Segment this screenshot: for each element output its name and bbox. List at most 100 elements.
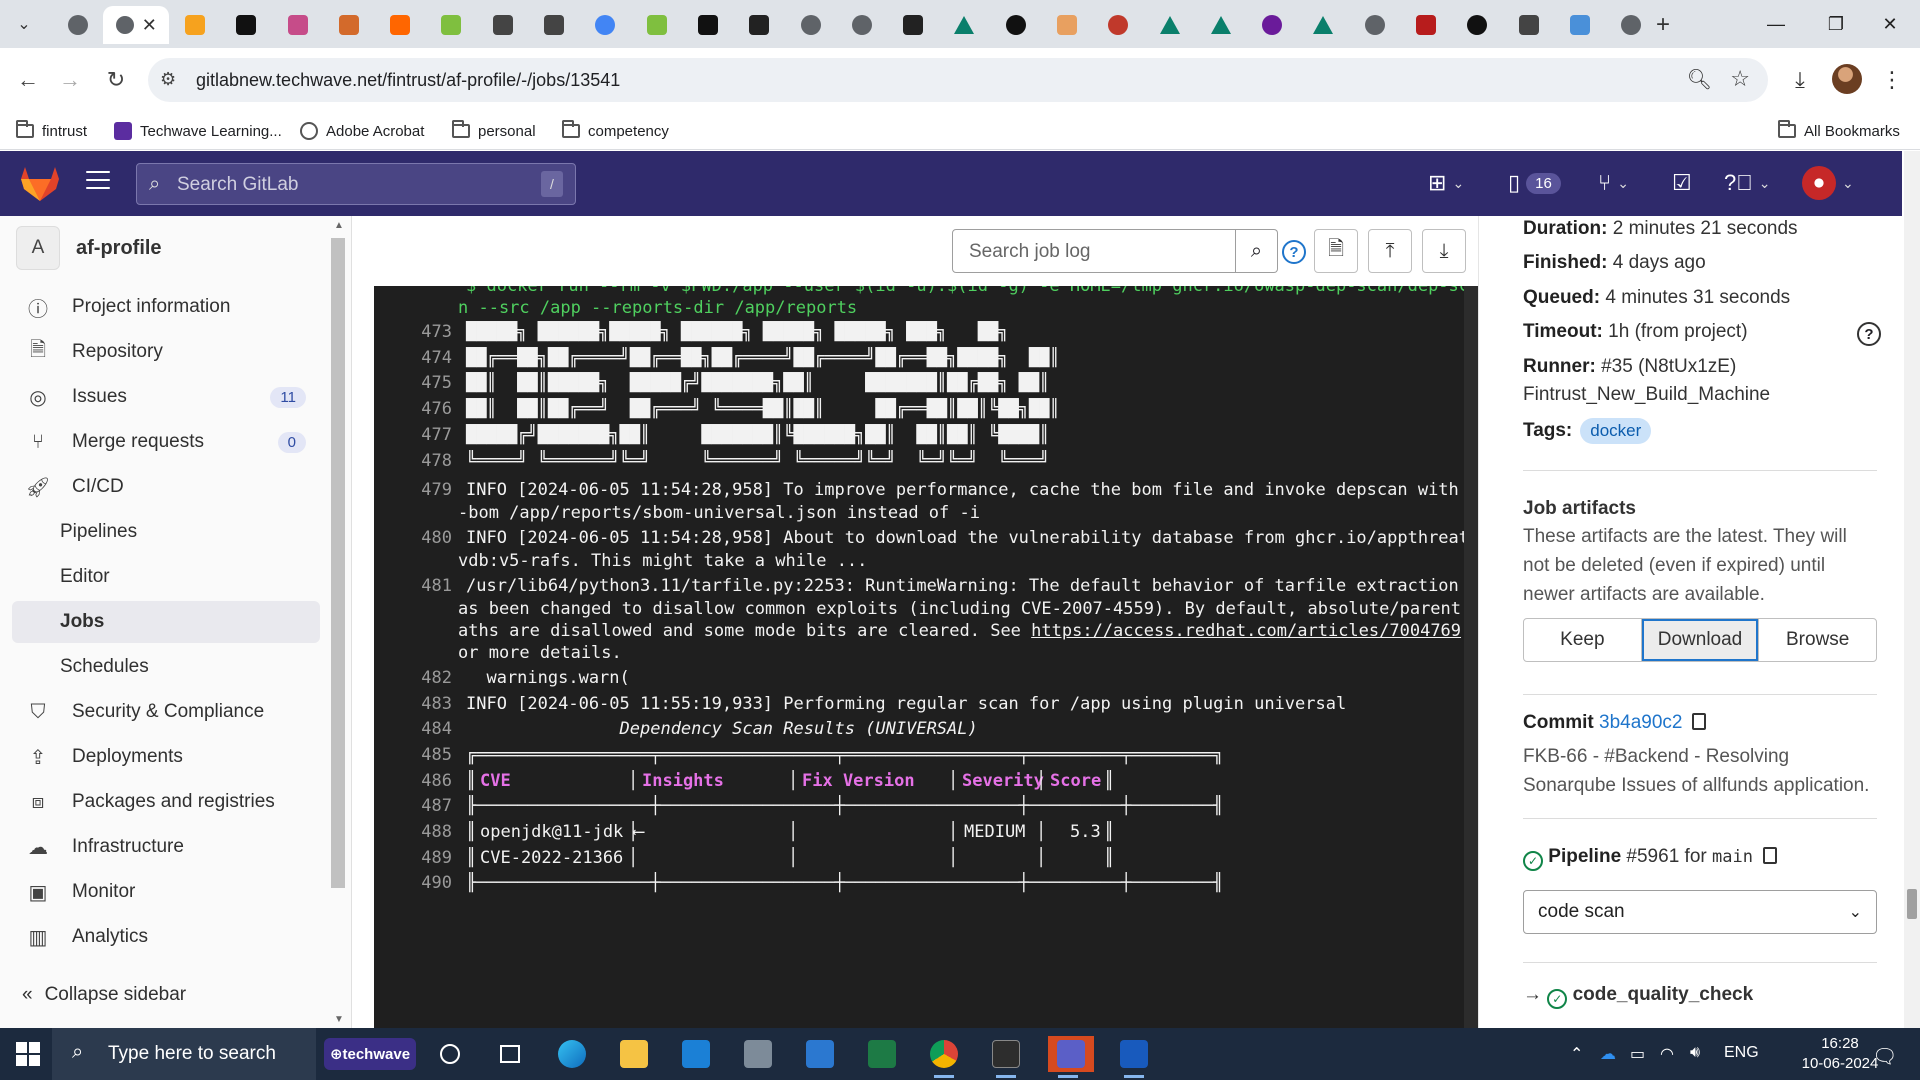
sidebar-item-pipelines[interactable]: Pipelines xyxy=(12,511,320,553)
edge-icon[interactable] xyxy=(552,1036,592,1072)
sidebar-item-deployments[interactable]: ⇪ Deployments xyxy=(12,736,320,778)
onedrive-icon[interactable]: ☁ xyxy=(1600,1044,1616,1064)
create-new-dropdown[interactable]: ⊞ ⌄ xyxy=(1428,167,1464,199)
browser-tab[interactable] xyxy=(1503,6,1554,44)
browser-tab[interactable] xyxy=(631,6,682,44)
collapse-sidebar-button[interactable]: « Collapse sidebar xyxy=(22,984,186,1006)
browser-tab[interactable] xyxy=(1400,6,1451,44)
forward-arrow-icon[interactable]: → xyxy=(52,62,88,98)
browser-tab[interactable] xyxy=(1195,6,1246,44)
bookmark-adobe-acrobat[interactable]: Adobe Acrobat xyxy=(300,118,424,144)
browser-tab[interactable] xyxy=(1452,6,1503,44)
browser-tab[interactable] xyxy=(887,6,938,44)
word-icon[interactable] xyxy=(1114,1036,1154,1078)
browser-tab[interactable] xyxy=(682,6,733,44)
browser-tab[interactable] xyxy=(1247,6,1298,44)
browser-tab[interactable] xyxy=(323,6,374,44)
sidebar-item-repository[interactable]: 🗎 Repository xyxy=(12,331,320,373)
browser-tab[interactable] xyxy=(1554,6,1605,44)
sidebar-item-security-compliance[interactable]: ⛉ Security & Compliance xyxy=(12,691,320,733)
browser-tab[interactable] xyxy=(990,6,1041,44)
browser-tab[interactable] xyxy=(1041,6,1092,44)
job-log-search-input[interactable]: Search job log xyxy=(952,229,1236,273)
bookmark-competency[interactable]: competency xyxy=(562,118,669,144)
sidebar-scrollbar-thumb[interactable] xyxy=(331,238,345,888)
raw-log-button[interactable]: 🗎 xyxy=(1314,229,1358,273)
notifications-icon[interactable]: 🗨 xyxy=(1872,1044,1897,1069)
browser-tab[interactable] xyxy=(1144,6,1195,44)
browser-tab[interactable] xyxy=(734,6,785,44)
download-button[interactable]: Download xyxy=(1641,619,1760,661)
sidebar-item-jobs[interactable]: Jobs xyxy=(12,601,320,643)
close-tab-icon[interactable]: ✕ xyxy=(142,15,157,36)
mail-icon[interactable] xyxy=(676,1036,716,1072)
file-explorer-icon[interactable] xyxy=(614,1036,654,1072)
sidebar-item-packages-registries[interactable]: ⧈ Packages and registries xyxy=(12,781,320,823)
timeout-help-icon[interactable]: ? xyxy=(1857,322,1881,346)
windows-start-icon[interactable] xyxy=(16,1042,40,1066)
project-header[interactable]: A af-profile xyxy=(16,226,162,270)
browser-tab[interactable] xyxy=(785,6,836,44)
address-bar[interactable]: ⚙ gitlabnew.techwave.net/fintrust/af-pro… xyxy=(148,58,1768,102)
tab-search-chevron-icon[interactable]: ⌄ xyxy=(8,10,40,38)
site-settings-icon[interactable]: ⚙ xyxy=(160,69,176,90)
show-hidden-icons-icon[interactable]: ⌃ xyxy=(1570,1044,1583,1064)
sidebar-item-infrastructure[interactable]: ☁ Infrastructure xyxy=(12,826,320,868)
store-icon[interactable] xyxy=(800,1036,840,1072)
browser-tab[interactable] xyxy=(52,6,103,44)
new-tab-button[interactable]: + xyxy=(1648,10,1678,40)
help-dropdown[interactable]: ?⃝ ⌄ xyxy=(1724,167,1770,199)
next-job-row[interactable]: → ✓ code_quality_check xyxy=(1523,984,1753,1009)
browser-tab[interactable] xyxy=(939,6,990,44)
copy-commit-icon[interactable] xyxy=(1692,713,1707,730)
sidebar-item-analytics[interactable]: ▥ Analytics xyxy=(12,916,320,958)
terminal-icon[interactable] xyxy=(986,1036,1026,1078)
browser-tab[interactable] xyxy=(272,6,323,44)
keep-button[interactable]: Keep xyxy=(1524,619,1642,661)
download-icon[interactable]: ⤓ xyxy=(1782,62,1818,98)
sidebar-item-monitor[interactable]: ▣ Monitor xyxy=(12,871,320,913)
browser-tab[interactable] xyxy=(528,6,579,44)
language-indicator[interactable]: ENG xyxy=(1724,1044,1759,1062)
chrome-icon[interactable] xyxy=(924,1036,964,1078)
copy-ref-icon[interactable] xyxy=(1762,847,1777,864)
browser-tab[interactable] xyxy=(836,6,887,44)
browser-tab[interactable] xyxy=(374,6,425,44)
gitlab-search-input[interactable]: ⌕ Search GitLab / xyxy=(136,163,576,205)
commit-sha-link[interactable]: 3b4a90c2 xyxy=(1599,712,1682,733)
taskbar-search-box[interactable]: ⌕ Type here to search xyxy=(52,1028,316,1080)
sidebar-item-ci-cd[interactable]: 🚀︎ CI/CD xyxy=(12,466,320,508)
bookmark-techwave-learning[interactable]: Techwave Learning... xyxy=(114,118,282,144)
all-bookmarks[interactable]: All Bookmarks xyxy=(1778,118,1900,144)
techwave-widget[interactable]: ⊕techwave xyxy=(324,1038,416,1070)
sidebar-item-merge-requests[interactable]: ⑂ Merge requests 0 xyxy=(12,421,320,463)
battery-icon[interactable]: ▭ xyxy=(1630,1044,1645,1064)
browser-tab[interactable] xyxy=(477,6,528,44)
scroll-to-top-button[interactable]: ⤒ xyxy=(1368,229,1412,273)
reload-icon[interactable]: ↻ xyxy=(98,62,134,98)
browser-tab[interactable] xyxy=(221,6,272,44)
sidebar-item-schedules[interactable]: Schedules xyxy=(12,646,320,688)
browser-tab[interactable] xyxy=(1298,6,1349,44)
browser-tab[interactable] xyxy=(1349,6,1400,44)
browser-menu-icon[interactable]: ⋮ xyxy=(1874,62,1910,98)
network-icon[interactable]: ◠ xyxy=(1660,1044,1674,1064)
browser-tab[interactable] xyxy=(426,6,477,44)
log-link[interactable]: https://access.redhat.com/articles/70047… xyxy=(1031,621,1461,641)
pipeline-ref[interactable]: main xyxy=(1712,847,1753,867)
volume-icon[interactable]: 🔊︎ xyxy=(1690,1044,1700,1062)
gitlab-logo-icon[interactable] xyxy=(20,165,60,203)
browser-tab[interactable] xyxy=(169,6,220,44)
browser-tab[interactable] xyxy=(1093,6,1144,44)
job-log-search-button[interactable]: ⌕ xyxy=(1236,229,1278,273)
task-view-icon[interactable] xyxy=(490,1036,530,1072)
main-menu-icon[interactable] xyxy=(86,171,110,195)
user-menu[interactable]: ⌄ xyxy=(1802,166,1854,200)
scroll-down-arrow-icon[interactable]: ▼ xyxy=(334,1014,344,1025)
profile-avatar[interactable] xyxy=(1832,64,1862,94)
bookmark-personal[interactable]: personal xyxy=(452,118,536,144)
todo-button[interactable]: ☑ xyxy=(1672,167,1692,199)
maximize-button[interactable]: ❐ xyxy=(1806,0,1866,48)
log-scrollbar[interactable] xyxy=(1464,286,1478,1028)
merge-request-dropdown[interactable]: ⑂ ⌄ xyxy=(1598,167,1629,199)
